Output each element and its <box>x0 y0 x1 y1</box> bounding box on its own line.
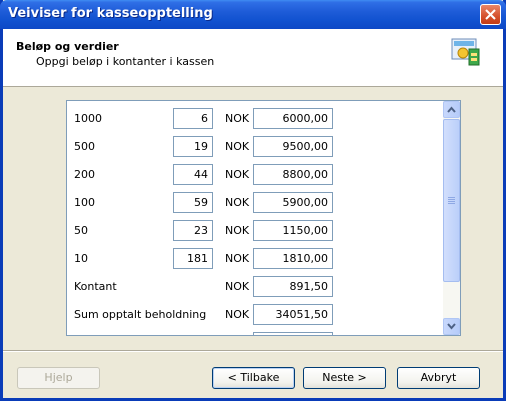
amount-field[interactable]: 1810,00 <box>253 248 333 269</box>
button-divider <box>3 350 503 352</box>
count-field[interactable]: 23 <box>173 220 213 241</box>
chevron-up-icon <box>447 106 456 113</box>
amount-field[interactable]: 6000,00 <box>253 108 333 129</box>
scroll-up-button[interactable] <box>443 101 460 118</box>
scroll-down-button[interactable] <box>443 318 460 335</box>
help-button[interactable]: Hjelp <box>17 367 100 389</box>
currency-label: NOK <box>225 168 250 181</box>
total-row: Sum opptalt beholdning NOK 34051,50 <box>67 304 444 328</box>
denomination-row: 100 59 NOK 5900,00 <box>67 192 444 216</box>
denomination-row: 1000 6 NOK 6000,00 <box>67 108 444 132</box>
partial-row <box>67 332 444 335</box>
denomination-label: 10 <box>74 252 88 265</box>
currency-label: NOK <box>225 252 250 265</box>
back-button[interactable]: < Tilbake <box>212 367 295 389</box>
chevron-down-icon <box>447 323 456 330</box>
denomination-label: 50 <box>74 224 88 237</box>
denomination-row: 200 44 NOK 8800,00 <box>67 164 444 188</box>
denomination-label: 100 <box>74 196 95 209</box>
wizard-window: Veiviser for kasseopptelling Beløp og ve… <box>0 0 506 401</box>
cancel-button[interactable]: Avbryt <box>397 367 480 389</box>
count-field[interactable]: 59 <box>173 192 213 213</box>
denomination-panel: 1000 6 NOK 6000,00 500 19 NOK 9500,00 20… <box>66 100 461 336</box>
denomination-label: 200 <box>74 168 95 181</box>
window-title: Veiviser for kasseopptelling <box>8 6 213 21</box>
amount-field[interactable]: 5900,00 <box>253 192 333 213</box>
amount-field[interactable]: 8800,00 <box>253 164 333 185</box>
wizard-header: Beløp og verdier Oppgi beløp i kontanter… <box>3 29 503 87</box>
currency-label: NOK <box>225 140 250 153</box>
vertical-scrollbar[interactable] <box>443 101 460 335</box>
currency-label: NOK <box>225 196 250 209</box>
next-button[interactable]: Neste > <box>303 367 386 389</box>
total-amount-field: 34051,50 <box>253 304 333 325</box>
denomination-row: 500 19 NOK 9500,00 <box>67 136 444 160</box>
denomination-label: 500 <box>74 140 95 153</box>
cash-label: Kontant <box>74 280 117 293</box>
page-subtitle: Oppgi beløp i kontanter i kassen <box>36 55 215 68</box>
count-field[interactable]: 44 <box>173 164 213 185</box>
currency-label: NOK <box>225 280 250 293</box>
page-title: Beløp og verdier <box>16 40 119 53</box>
close-icon <box>485 9 496 20</box>
count-field[interactable]: 6 <box>173 108 213 129</box>
denomination-label: 1000 <box>74 112 102 125</box>
cash-row: Kontant NOK 891,50 <box>67 276 444 300</box>
currency-label: NOK <box>225 308 250 321</box>
currency-label: NOK <box>225 112 250 125</box>
count-field[interactable]: 19 <box>173 136 213 157</box>
close-button[interactable] <box>480 4 501 25</box>
scroll-thumb[interactable] <box>443 119 460 282</box>
denomination-row: 50 23 NOK 1150,00 <box>67 220 444 244</box>
count-field[interactable]: 181 <box>173 248 213 269</box>
amount-field[interactable]: 9500,00 <box>253 136 333 157</box>
denomination-row: 10 181 NOK 1810,00 <box>67 248 444 272</box>
total-label: Sum opptalt beholdning <box>74 308 207 321</box>
amount-field <box>253 332 333 335</box>
amount-field[interactable]: 1150,00 <box>253 220 333 241</box>
cash-register-icon <box>451 38 480 66</box>
currency-label: NOK <box>225 224 250 237</box>
cash-amount-field[interactable]: 891,50 <box>253 276 333 297</box>
title-bar[interactable]: Veiviser for kasseopptelling <box>0 0 506 29</box>
